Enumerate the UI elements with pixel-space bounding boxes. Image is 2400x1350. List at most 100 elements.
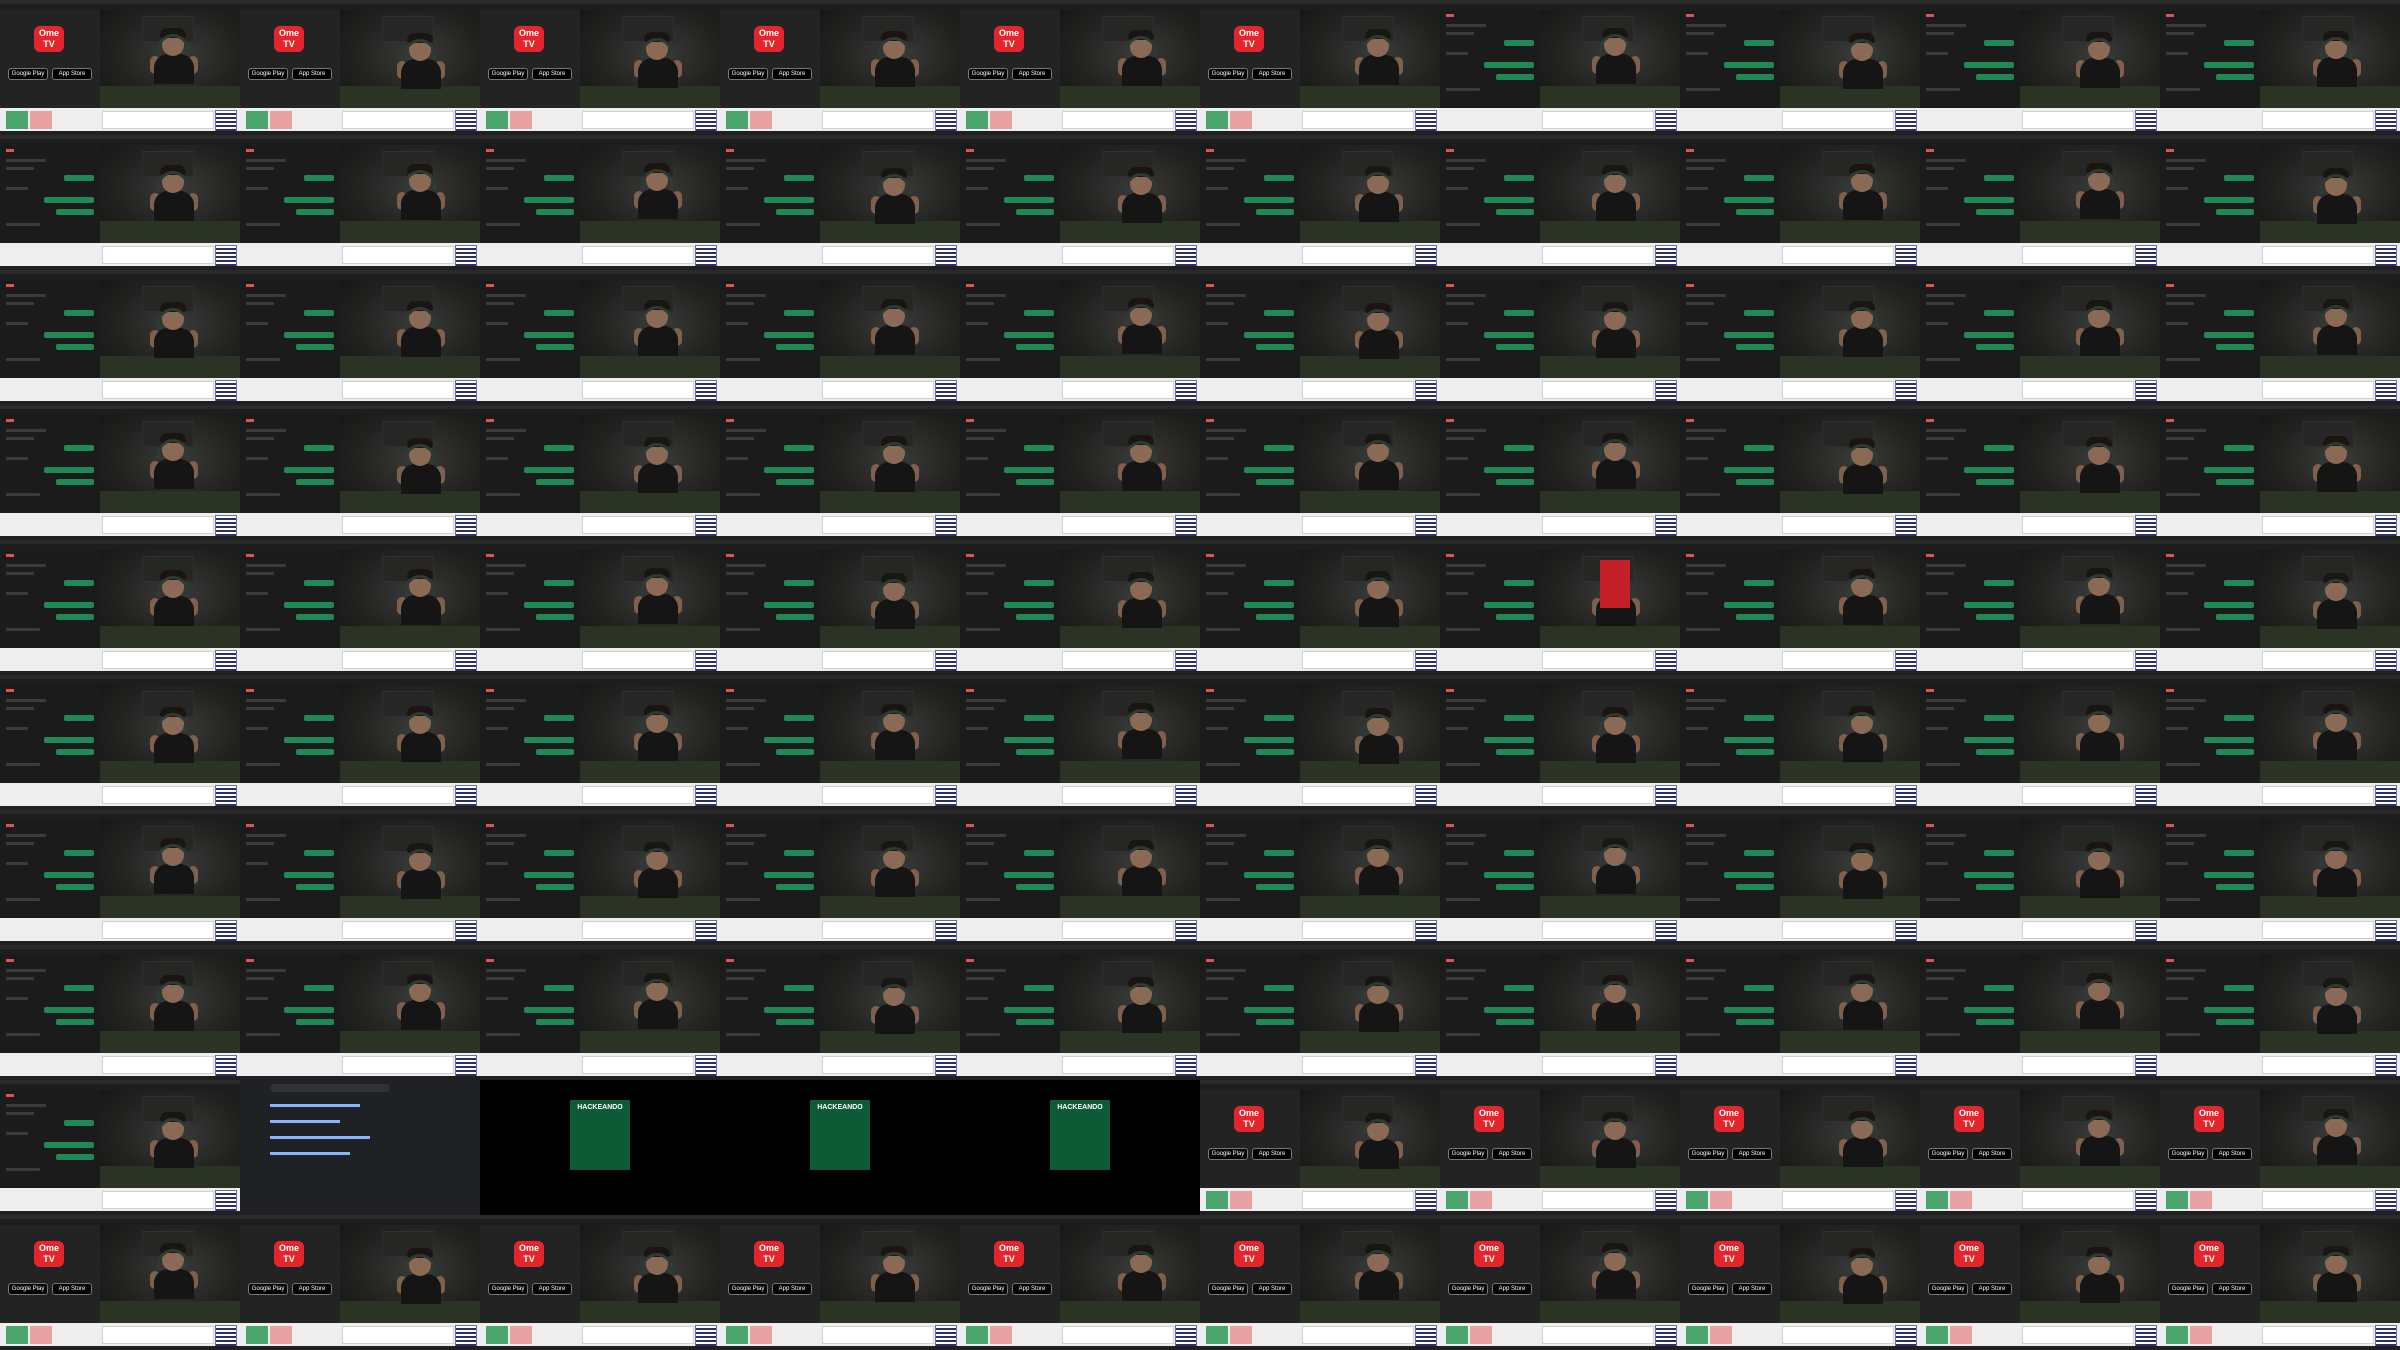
chat-input[interactable]	[822, 111, 934, 129]
chat-input[interactable]	[1062, 1056, 1174, 1074]
google-play-badge[interactable]: Google Play	[248, 1283, 288, 1295]
chat-input[interactable]	[582, 1326, 694, 1344]
google-play-badge[interactable]: Google Play	[1688, 1148, 1728, 1160]
chat-input[interactable]	[1062, 786, 1174, 804]
stop-button[interactable]	[270, 1326, 292, 1344]
app-store-badge[interactable]: App Store	[1252, 68, 1292, 80]
start-button[interactable]	[6, 111, 28, 129]
os-taskbar[interactable]	[480, 1346, 720, 1350]
chat-input[interactable]	[1782, 1056, 1894, 1074]
app-store-badge[interactable]: App Store	[52, 1283, 92, 1295]
stop-button[interactable]	[510, 111, 532, 129]
chat-input[interactable]	[582, 1056, 694, 1074]
chat-input[interactable]	[1062, 246, 1174, 264]
chat-input[interactable]	[342, 1056, 454, 1074]
chat-input[interactable]	[1302, 1056, 1414, 1074]
chat-input[interactable]	[582, 111, 694, 129]
chat-input[interactable]	[342, 516, 454, 534]
chat-input[interactable]	[102, 786, 214, 804]
chat-input[interactable]	[2022, 1056, 2134, 1074]
app-store-badge[interactable]: App Store	[292, 1283, 332, 1295]
chat-input[interactable]	[102, 1326, 214, 1344]
chat-input[interactable]	[1782, 1326, 1894, 1344]
chat-input[interactable]	[2262, 516, 2374, 534]
chat-input[interactable]	[1782, 1191, 1894, 1209]
stop-button[interactable]	[270, 111, 292, 129]
chat-input[interactable]	[342, 246, 454, 264]
start-button[interactable]	[2166, 1326, 2188, 1344]
chat-input[interactable]	[2022, 786, 2134, 804]
app-store-badge[interactable]: App Store	[1012, 68, 1052, 80]
app-store-badge[interactable]: App Store	[1012, 1283, 1052, 1295]
chat-input[interactable]	[102, 1056, 214, 1074]
stop-button[interactable]	[1950, 1191, 1972, 1209]
chat-input[interactable]	[2022, 381, 2134, 399]
google-play-badge[interactable]: Google Play	[1448, 1283, 1488, 1295]
os-taskbar[interactable]	[720, 1346, 960, 1350]
start-button[interactable]	[1686, 1191, 1708, 1209]
google-play-badge[interactable]: Google Play	[968, 68, 1008, 80]
stop-button[interactable]	[990, 1326, 1012, 1344]
os-taskbar[interactable]	[2160, 1346, 2400, 1350]
thumbnail-image[interactable]: HACKEANDO	[1050, 1100, 1110, 1170]
os-taskbar[interactable]	[960, 1346, 1200, 1350]
chat-input[interactable]	[582, 246, 694, 264]
chat-input[interactable]	[1782, 516, 1894, 534]
chat-input[interactable]	[2262, 1326, 2374, 1344]
chat-input[interactable]	[1782, 381, 1894, 399]
chat-input[interactable]	[1062, 921, 1174, 939]
stop-button[interactable]	[750, 1326, 772, 1344]
chat-input[interactable]	[1782, 111, 1894, 129]
chat-input[interactable]	[1782, 651, 1894, 669]
chat-input[interactable]	[1062, 381, 1174, 399]
chat-input[interactable]	[342, 651, 454, 669]
chat-input[interactable]	[1542, 651, 1654, 669]
chat-input[interactable]	[2262, 1191, 2374, 1209]
stop-button[interactable]	[1950, 1326, 1972, 1344]
app-store-badge[interactable]: App Store	[532, 68, 572, 80]
chat-input[interactable]	[1542, 1056, 1654, 1074]
os-taskbar[interactable]	[1920, 1346, 2160, 1350]
google-play-badge[interactable]: Google Play	[488, 1283, 528, 1295]
chat-input[interactable]	[1542, 516, 1654, 534]
google-play-badge[interactable]: Google Play	[728, 68, 768, 80]
chat-input[interactable]	[102, 516, 214, 534]
start-button[interactable]	[2166, 1191, 2188, 1209]
chat-input[interactable]	[1542, 921, 1654, 939]
stop-button[interactable]	[30, 111, 52, 129]
google-play-badge[interactable]: Google Play	[1928, 1148, 1968, 1160]
chat-input[interactable]	[822, 921, 934, 939]
start-button[interactable]	[966, 1326, 988, 1344]
chat-input[interactable]	[342, 1326, 454, 1344]
chat-input[interactable]	[1302, 1191, 1414, 1209]
start-button[interactable]	[1206, 1326, 1228, 1344]
app-store-badge[interactable]: App Store	[52, 68, 92, 80]
chat-input[interactable]	[2262, 921, 2374, 939]
os-taskbar[interactable]	[1680, 1346, 1920, 1350]
search-result-link[interactable]	[270, 1104, 360, 1107]
thumbnail-image[interactable]: HACKEANDO	[570, 1100, 630, 1170]
os-taskbar[interactable]	[0, 1346, 240, 1350]
app-store-badge[interactable]: App Store	[292, 68, 332, 80]
stop-button[interactable]	[750, 111, 772, 129]
chat-input[interactable]	[2022, 1191, 2134, 1209]
app-store-badge[interactable]: App Store	[2212, 1283, 2252, 1295]
app-store-badge[interactable]: App Store	[1732, 1283, 1772, 1295]
google-play-badge[interactable]: Google Play	[8, 68, 48, 80]
start-button[interactable]	[486, 1326, 508, 1344]
chat-input[interactable]	[1542, 1191, 1654, 1209]
chat-input[interactable]	[342, 786, 454, 804]
start-button[interactable]	[246, 111, 268, 129]
chat-input[interactable]	[1542, 246, 1654, 264]
stop-button[interactable]	[1230, 111, 1252, 129]
chat-input[interactable]	[1542, 111, 1654, 129]
stop-button[interactable]	[1230, 1191, 1252, 1209]
google-play-badge[interactable]: Google Play	[1208, 1148, 1248, 1160]
chat-input[interactable]	[2022, 516, 2134, 534]
chat-input[interactable]	[582, 516, 694, 534]
app-store-badge[interactable]: App Store	[1972, 1148, 2012, 1160]
chat-input[interactable]	[1302, 921, 1414, 939]
chat-input[interactable]	[2022, 651, 2134, 669]
chat-input[interactable]	[1062, 516, 1174, 534]
start-button[interactable]	[726, 111, 748, 129]
